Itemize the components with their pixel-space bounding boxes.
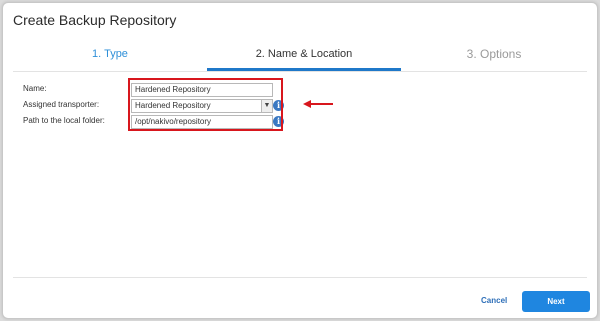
cancel-button[interactable]: Cancel [481, 296, 507, 305]
transporter-label: Assigned transporter: [23, 100, 100, 109]
tab-type[interactable]: 1. Type [13, 39, 207, 69]
tabs-divider [13, 71, 587, 72]
next-button[interactable]: Next [522, 291, 590, 312]
wizard-steps: 1. Type 2. Name & Location 3. Options [13, 39, 587, 72]
tab-name-location[interactable]: 2. Name & Location [207, 39, 401, 69]
footer-divider [13, 277, 587, 278]
create-backup-repository-dialog: Create Backup Repository 1. Type 2. Name… [2, 2, 598, 319]
dialog-title: Create Backup Repository [13, 12, 177, 28]
annotation-arrow-icon [303, 100, 333, 108]
path-label: Path to the local folder: [23, 116, 105, 125]
annotation-highlight-box [128, 78, 283, 131]
tab-options[interactable]: 3. Options [401, 39, 587, 69]
name-label: Name: [23, 84, 47, 93]
